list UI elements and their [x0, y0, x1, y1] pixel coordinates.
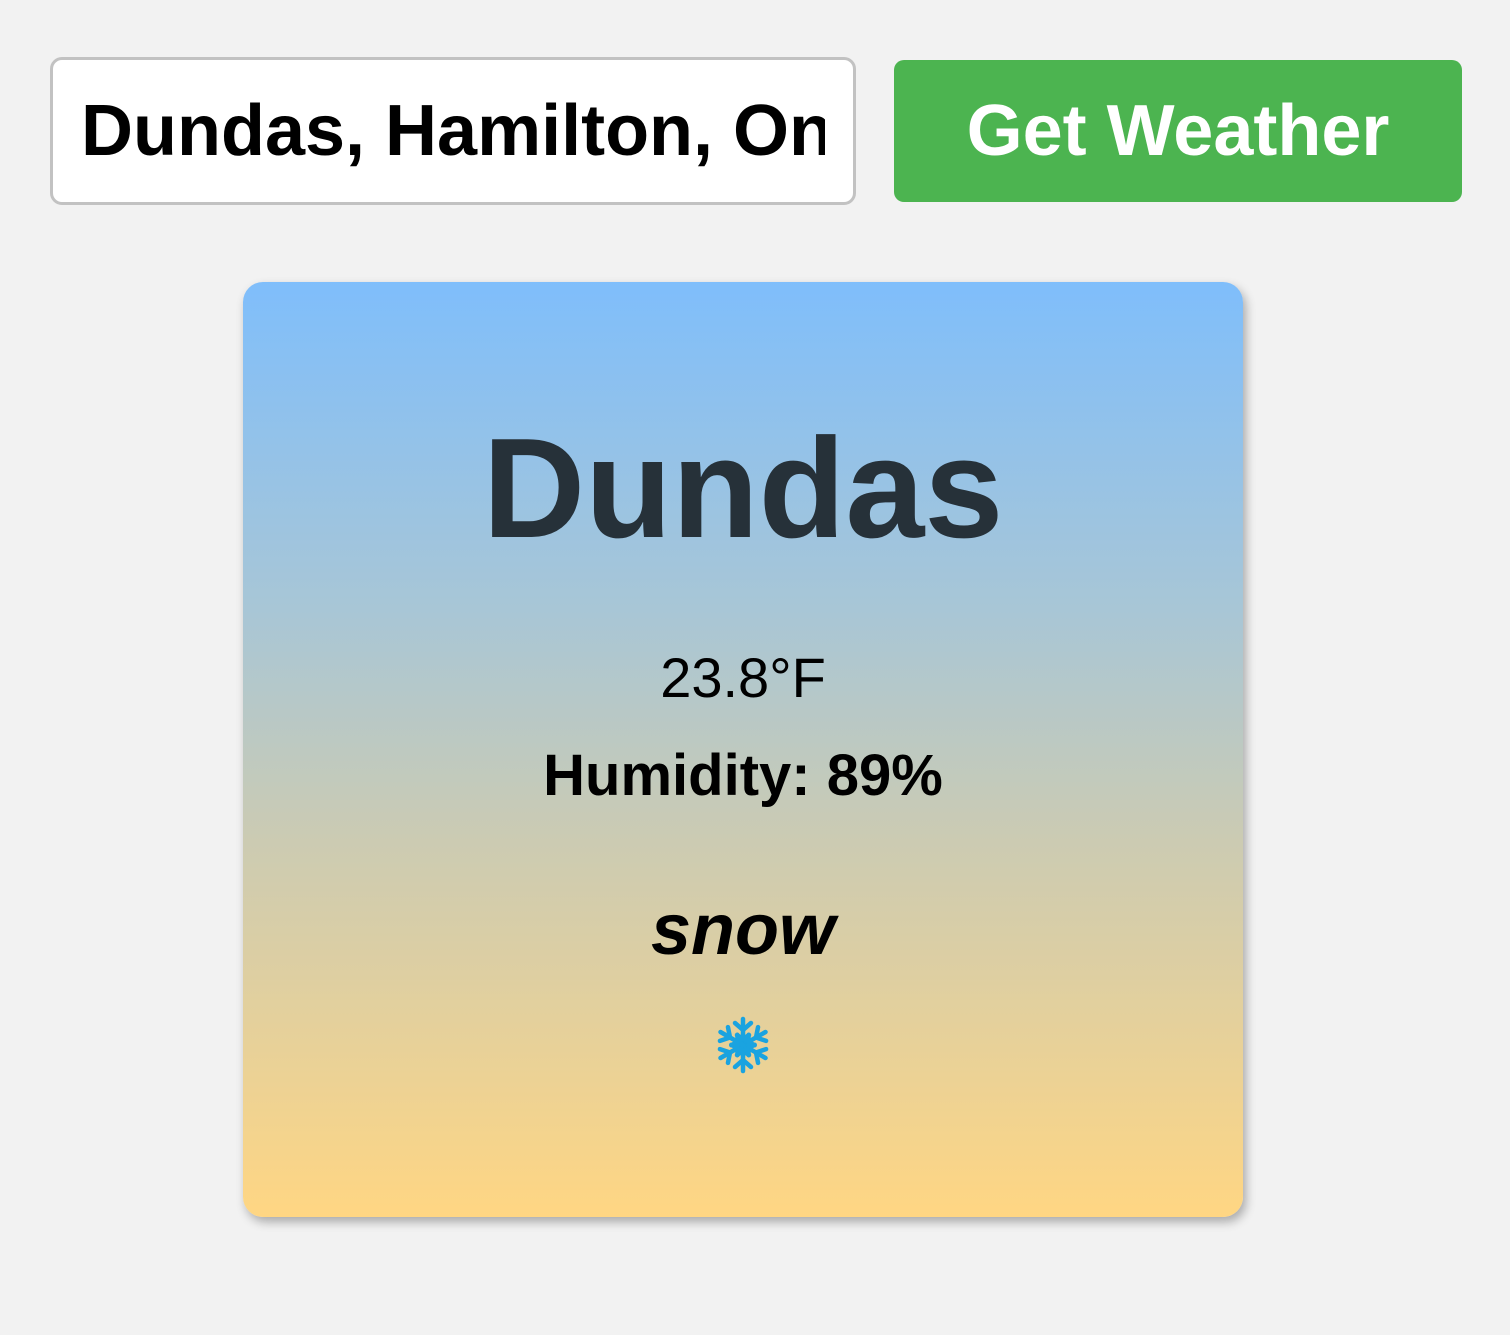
search-bar: Get Weather: [50, 57, 1462, 205]
get-weather-button[interactable]: Get Weather: [894, 60, 1462, 202]
city-search-input[interactable]: [50, 57, 856, 205]
snowflake-icon: [713, 1016, 773, 1075]
city-name: Dundas: [482, 409, 1004, 568]
humidity-value: 89%: [826, 743, 943, 808]
humidity: Humidity: 89%: [243, 747, 1243, 805]
weather-card: Dundas 23.8°F Humidity: 89% snow: [243, 282, 1243, 1217]
temperature: 23.8°F: [660, 646, 826, 709]
weather-description: snow: [650, 890, 835, 970]
humidity-label: Humidity:: [543, 743, 811, 808]
